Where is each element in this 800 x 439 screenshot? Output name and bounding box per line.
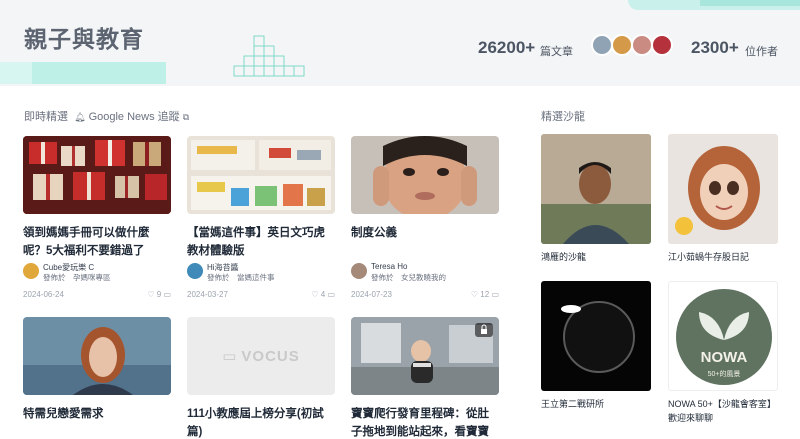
author-name[interactable]: Teresa Ho [371,262,407,271]
published-in[interactable]: 發佈於 當媽這件事 [207,272,275,283]
girl-portrait-image [23,317,171,395]
article-date: 2024-06-24 [23,290,64,299]
header-decoration [32,62,166,84]
salon-card[interactable]: 鴻雁的沙龍 [541,134,651,264]
news-section-label: 即時精選 [24,111,68,123]
article-title[interactable]: 【當媽這件事】英日文巧虎教材體驗版 [187,224,335,260]
heart-icon: ♡ [311,290,319,299]
article-card[interactable]: ▭ vocus 111小教應屆上榜分享(初試篇) [187,317,335,439]
article-card[interactable]: 寶寶爬行發育里程碑：從肚子拖地到能站起來，看寶寶爬行成... [351,317,499,439]
salon-title[interactable]: NOWA 50+【沙龍會客室】歡迎來聊聊 [668,397,778,425]
avatar [651,34,673,56]
article-title[interactable]: 寶寶爬行發育里程碑：從肚子拖地到能站起來，看寶寶爬行成... [351,405,499,439]
comment-icon: ▭ [327,290,335,299]
like-count: 12 [480,290,490,299]
salon-thumbnail: NOWA 50+的風景 [668,281,778,391]
avatar [631,34,653,56]
article-thumbnail [23,317,171,395]
authors-label: 位作者 [745,46,778,58]
nowa-logo: NOWA 50+的風景 [676,289,772,385]
page-title: 親子與教育 [24,26,144,52]
articles-label: 篇文章 [540,46,573,58]
salon-thumbnail [541,281,651,391]
cartoon-avatar-image [668,134,778,244]
heart-icon: ♡ [470,290,479,299]
author-avatar [187,263,203,279]
article-title[interactable]: 111小教應屆上榜分享(初試篇) [187,405,335,439]
published-in[interactable]: 發佈於 孕媽咪專區 [43,272,111,283]
comment-count: ♡ 12 ▭ [471,290,499,299]
salon-card[interactable]: 江小茹蝸牛存股日記 [668,134,778,264]
header-decoration [700,0,800,6]
article-thumbnail [187,136,335,214]
solar-eclipse-image [541,281,651,391]
gift-boxes-image [23,136,171,214]
author-avatar [23,263,39,279]
like-count: 9 [156,290,162,299]
header-decoration [0,62,32,84]
author-avatar [351,263,367,279]
article-title[interactable]: 特需兒戀愛需求 [23,405,171,423]
salon-card[interactable]: NOWA 50+的風景 NOWA 50+【沙龍會客室】歡迎來聊聊 [668,281,778,425]
face-image [351,136,499,214]
authors-count: 2300+ [691,38,739,57]
avatar [591,34,613,56]
article-card[interactable]: 特需兒戀愛需求 [23,317,171,423]
comment-count: ♡ 9 ▭ [147,290,171,299]
article-card[interactable]: 制度公義 Teresa Ho 發佈於 女兒教曉我的 2024-07-23 ♡ 1… [351,136,499,299]
article-title[interactable]: 領到媽媽手冊可以做什麼呢？5大福利不要錯過了 [23,224,171,260]
salon-card[interactable]: 王立第二戰研所 [541,281,651,411]
nowa-logo-subtext: 50+的風景 [708,369,741,378]
comment-count: ♡ 4 ▭ [311,290,335,299]
page-header: 親子與教育 26200+ 篇文章 2300+ 位作者 [0,0,800,86]
article-card[interactable]: 領到媽媽手冊可以做什麼呢？5大福利不要錯過了 Cube愛玩樂 C 發佈於 孕媽咪… [23,136,171,299]
news-section-header: 即時精選 🔔︎ Google News 追蹤 ⧉ [24,108,189,124]
article-thumbnail [23,136,171,214]
salon-title[interactable]: 江小茹蝸牛存股日記 [668,250,778,264]
article-date: 2024-07-23 [351,290,392,299]
salon-section-label: 精選沙龍 [541,111,585,123]
salon-title[interactable]: 王立第二戰研所 [541,397,651,411]
comment-icon: ▭ [163,290,171,299]
article-thumbnail [351,317,499,395]
vocus-logo: ▭ vocus [187,317,335,395]
salon-thumbnail [541,134,651,244]
vocus-logo-text: vocus [241,347,300,365]
google-news-follow-link[interactable]: Google News 追蹤 [89,111,180,123]
salon-title[interactable]: 鴻雁的沙龍 [541,250,651,264]
external-link-icon: ⧉ [182,112,190,122]
article-card[interactable]: 【當媽這件事】英日文巧虎教材體驗版 Hi海苔醬 發佈於 當媽這件事 2024-0… [187,136,335,299]
published-in[interactable]: 發佈於 女兒教曉我的 [371,272,446,283]
heart-icon: ♡ [147,290,155,299]
monitor-icon: ▭ [222,348,238,365]
man-portrait-image [541,134,651,244]
comment-icon: ▭ [491,290,499,299]
like-count: 4 [320,290,326,299]
avatar [611,34,633,56]
articles-count: 26200+ [478,38,536,57]
nowa-logo-text: NOWA [701,349,748,366]
grid-decoration [233,35,305,77]
salon-thumbnail [668,134,778,244]
bell-icon: 🔔︎ [74,112,86,122]
textbook-image [187,136,335,214]
article-thumbnail [351,136,499,214]
article-thumbnail: ▭ vocus [187,317,335,395]
article-date: 2024-03-27 [187,290,228,299]
article-title[interactable]: 制度公義 [351,224,499,242]
lock-icon [475,323,493,337]
